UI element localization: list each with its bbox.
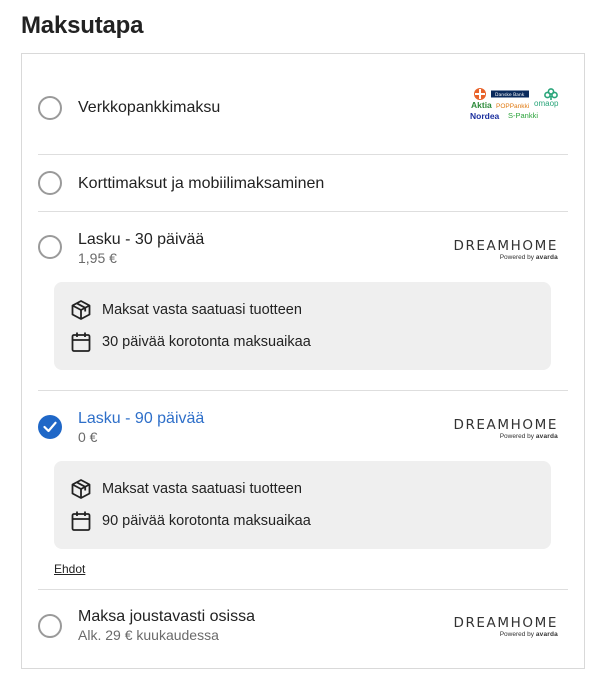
info-text: Maksat vasta saatuasi tuotteen (102, 481, 302, 497)
option-price: 1,95 € (78, 250, 117, 266)
checkmark-icon (43, 421, 57, 433)
brand-name: DREAMHOME (453, 615, 558, 631)
brand-logo: DREAMHOME Powered by avarda (446, 239, 558, 261)
svg-text:Danske Bank: Danske Bank (495, 92, 525, 98)
info-row: 90 päivää korotonta maksuaikaa (70, 510, 311, 532)
aktia-text: Aktia (471, 100, 492, 110)
brand-logo: DREAMHOME Powered by avarda (446, 418, 558, 440)
radio-invoice-90-checked[interactable] (38, 415, 62, 439)
info-text: 30 päivää korotonta maksuaikaa (102, 334, 311, 350)
brand-name: DREAMHOME (453, 417, 558, 433)
info-row: Maksat vasta saatuasi tuotteen (70, 478, 302, 500)
payment-option-invoice-90[interactable]: Lasku - 90 päivää 0 € DREAMHOME Powered … (38, 391, 568, 589)
package-icon (70, 478, 92, 500)
calendar-icon (70, 510, 92, 532)
option-price: 0 € (78, 429, 98, 445)
option-price: Alk. 29 € kuukaudessa (78, 627, 219, 643)
info-box: Maksat vasta saatuasi tuotteen 30 päivää… (54, 282, 551, 370)
brand-name: DREAMHOME (453, 238, 558, 254)
package-icon (70, 299, 92, 321)
payment-option-online-bank[interactable]: Verkkopankkimaksu Danske Bank Aktia POPP… (38, 54, 568, 154)
payment-option-invoice-30[interactable]: Lasku - 30 päivää 1,95 € DREAMHOME Power… (38, 212, 568, 390)
info-text: 90 päivää korotonta maksuaikaa (102, 513, 311, 529)
payment-option-card[interactable]: Korttimaksut ja mobiilimaksaminen (38, 155, 568, 211)
powered-by: Powered by avarda (499, 433, 558, 440)
option-title: Lasku - 90 päivää (78, 410, 205, 427)
option-title: Lasku - 30 päivää (78, 231, 205, 248)
radio-card[interactable] (38, 171, 62, 195)
radio-invoice-30[interactable] (38, 235, 62, 259)
calendar-icon (70, 331, 92, 353)
nordea-text: Nordea (470, 111, 500, 121)
bank-logos: Danske Bank Aktia POPPankki omaop Nordea… (469, 87, 561, 127)
option-title: Verkkopankkimaksu (78, 99, 221, 116)
s-pankki-text: S-Pankki (508, 111, 538, 120)
powered-by: Powered by avarda (499, 254, 558, 261)
info-text: Maksat vasta saatuasi tuotteen (102, 302, 302, 318)
payment-option-installments[interactable]: Maksa joustavasti osissa Alk. 29 € kuuka… (38, 590, 568, 668)
option-title: Maksa joustavasti osissa (78, 608, 255, 625)
info-row: Maksat vasta saatuasi tuotteen (70, 299, 302, 321)
terms-link[interactable]: Ehdot (54, 562, 85, 576)
option-title: Korttimaksut ja mobiilimaksaminen (78, 175, 325, 192)
pop-pankki-text: POPPankki (496, 103, 529, 110)
powered-by: Powered by avarda (499, 631, 558, 638)
page-title: Maksutapa (21, 12, 144, 39)
info-row: 30 päivää korotonta maksuaikaa (70, 331, 311, 353)
brand-logo: DREAMHOME Powered by avarda (446, 616, 558, 638)
radio-installments[interactable] (38, 614, 62, 638)
radio-online-bank[interactable] (38, 96, 62, 120)
omasp-text: omaop (534, 99, 559, 108)
info-box: Maksat vasta saatuasi tuotteen 90 päivää… (54, 461, 551, 549)
payment-methods-panel: Verkkopankkimaksu Danske Bank Aktia POPP… (21, 53, 585, 669)
